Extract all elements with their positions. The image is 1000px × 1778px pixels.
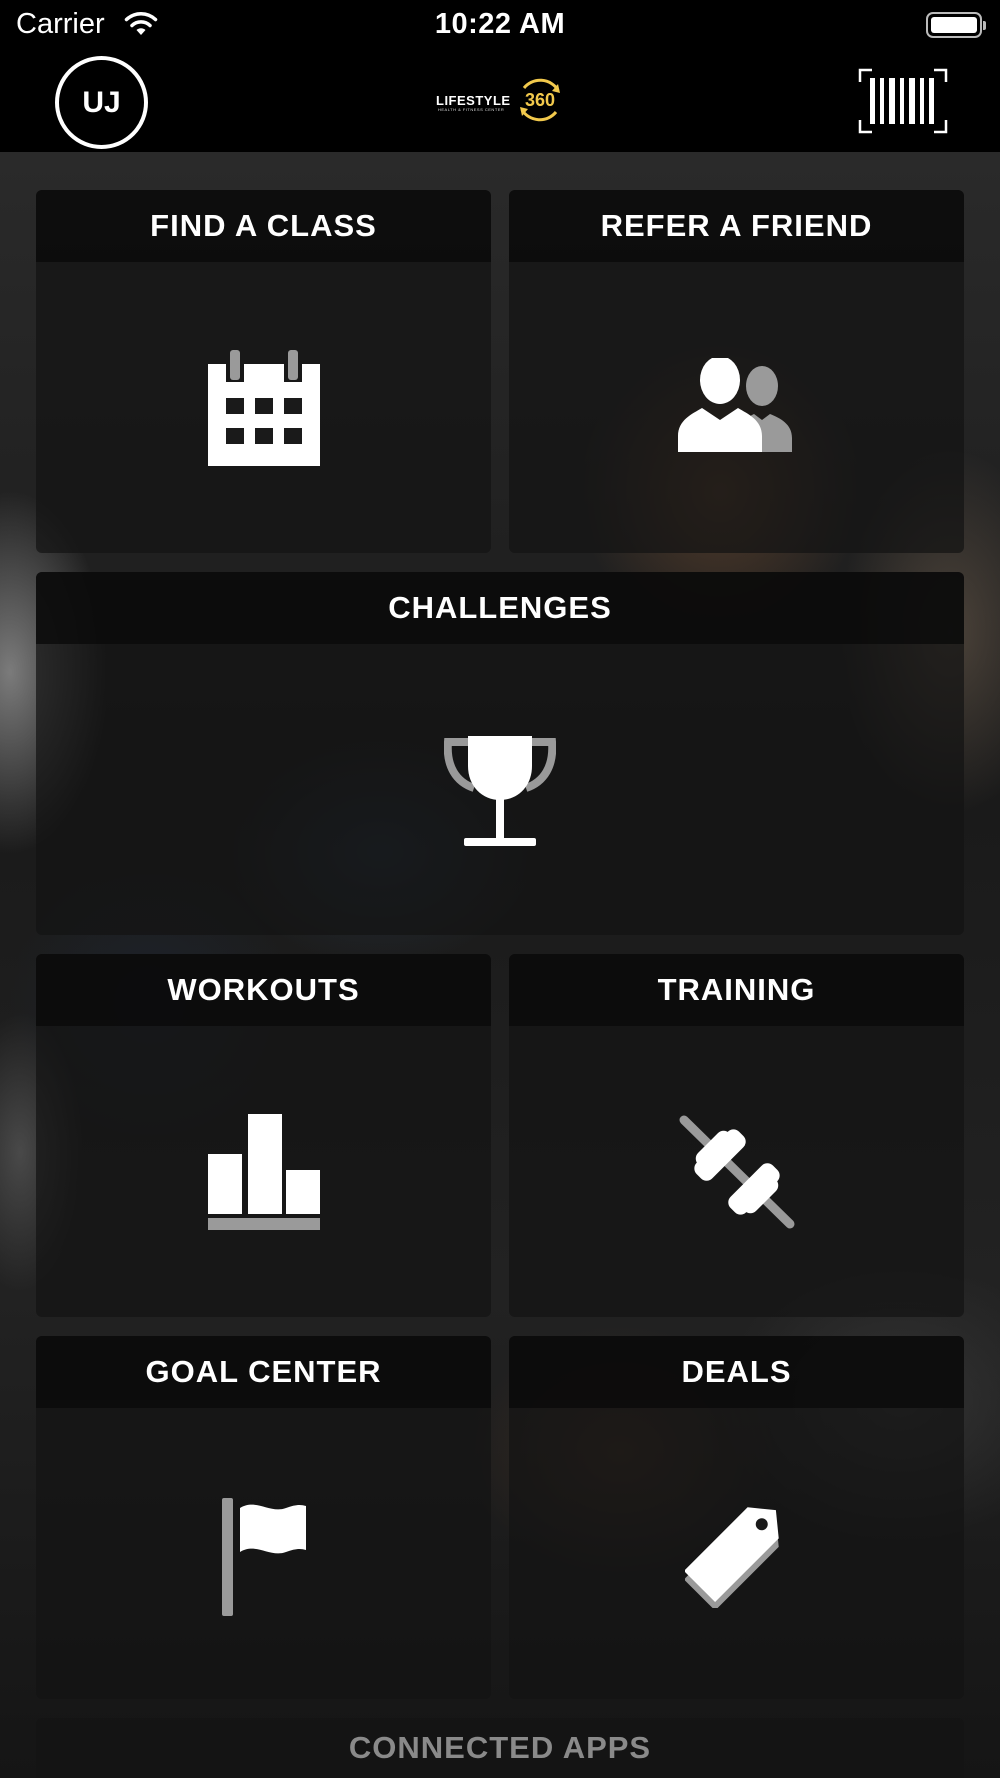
tag-icon — [684, 1507, 779, 1608]
tile-title: TRAINING — [509, 954, 964, 1026]
logo-subtext: HEALTH & FITNESS CENTER — [438, 107, 505, 112]
tile-title: CHALLENGES — [36, 572, 964, 644]
tile-title: GOAL CENTER — [36, 1336, 491, 1408]
find-a-class-tile[interactable]: FIND A CLASS — [36, 190, 491, 553]
barcode-icon[interactable] — [858, 68, 948, 134]
connected-apps-tile[interactable]: CONNECTED APPS — [36, 1718, 964, 1778]
status-bar: Carrier 10:22 AM — [0, 0, 1000, 50]
deals-tile[interactable]: DEALS — [509, 1336, 964, 1699]
nav-bar: UJ LIFESTYLE HEALTH & FITNESS CENTER 360 — [0, 50, 1000, 152]
goal-center-tile[interactable]: GOAL CENTER — [36, 1336, 491, 1699]
avatar-initials: UJ — [82, 85, 121, 119]
tile-title: WORKOUTS — [36, 954, 491, 1026]
calendar-icon — [207, 350, 320, 466]
tile-title: DEALS — [509, 1336, 964, 1408]
dumbbell-icon — [679, 1115, 794, 1229]
tile-title: CONNECTED APPS — [348, 1730, 652, 1765]
workouts-tile[interactable]: WORKOUTS — [36, 954, 491, 1317]
bar-chart-icon — [207, 1114, 320, 1230]
challenges-tile[interactable]: CHALLENGES — [36, 572, 964, 935]
battery-icon — [926, 12, 986, 38]
refer-a-friend-tile[interactable]: REFER A FRIEND — [509, 190, 964, 553]
logo-number: 360 — [524, 90, 556, 110]
logo-text: LIFESTYLE — [436, 93, 511, 108]
tile-title: FIND A CLASS — [36, 190, 491, 262]
people-icon — [677, 358, 792, 452]
status-time: 10:22 AM — [434, 8, 566, 40]
profile-avatar-button[interactable]: UJ — [55, 56, 148, 149]
training-tile[interactable]: TRAINING — [509, 954, 964, 1317]
app-logo: LIFESTYLE HEALTH & FITNESS CENTER 360 — [436, 76, 566, 126]
tile-title: REFER A FRIEND — [509, 190, 964, 262]
trophy-icon — [444, 736, 556, 846]
flag-icon — [221, 1498, 306, 1616]
